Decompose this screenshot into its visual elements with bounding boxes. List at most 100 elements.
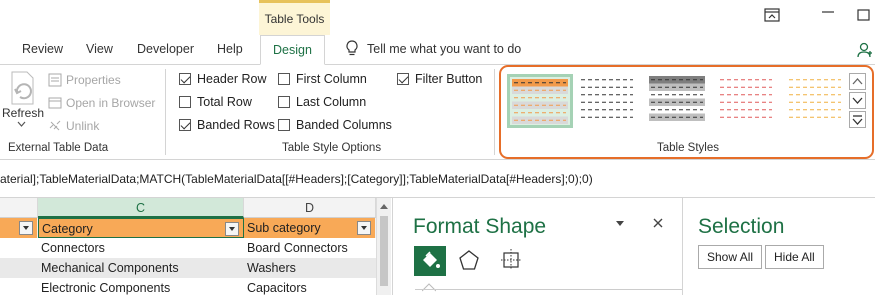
- header-row-checkbox[interactable]: Header Row: [179, 72, 266, 86]
- category-header-label: Category: [42, 222, 93, 236]
- column-header-b[interactable]: [0, 198, 38, 218]
- group-separator: [165, 69, 166, 155]
- group-separator: [494, 69, 495, 155]
- filter-button-label: Filter Button: [415, 72, 483, 86]
- first-column-checkbox[interactable]: First Column: [278, 72, 367, 86]
- subcategory-header-label: Sub category: [247, 221, 321, 235]
- table-style-options-group-label: Table Style Options: [282, 142, 382, 154]
- table-cell[interactable]: Capacitors: [244, 278, 376, 295]
- gallery-scroll-up-button[interactable]: [849, 73, 866, 90]
- tab-design[interactable]: Design: [260, 35, 325, 65]
- format-shape-pane: Format Shape: [392, 198, 683, 295]
- table-styles-group-label: Table Styles: [657, 142, 720, 154]
- tab-developer[interactable]: Developer: [137, 35, 194, 65]
- refresh-button[interactable]: Refresh: [2, 106, 44, 120]
- scroll-up-icon[interactable]: [380, 204, 388, 209]
- column-header-c[interactable]: C: [38, 198, 244, 218]
- ribbon-display-options-icon[interactable]: [764, 8, 780, 22]
- show-all-button[interactable]: Show All: [698, 245, 763, 269]
- table-cell[interactable]: Electronic Components: [38, 278, 244, 295]
- external-table-data-group-label: External Table Data: [8, 142, 109, 154]
- pane-options-dropdown-icon[interactable]: [615, 220, 625, 228]
- total-row-checkbox[interactable]: Total Row: [179, 95, 252, 109]
- first-column-label: First Column: [296, 72, 367, 86]
- column-header-d[interactable]: D: [244, 198, 376, 218]
- ribbon-tabs: Review View Developer Help Design Tell m…: [0, 35, 875, 65]
- paint-bucket-icon: [423, 251, 440, 268]
- table-style-plain-dashed[interactable]: [577, 74, 643, 128]
- effects-pentagon-icon[interactable]: [458, 249, 480, 271]
- hide-all-button[interactable]: Hide All: [765, 245, 824, 269]
- close-icon[interactable]: [653, 218, 663, 228]
- table-header-cell[interactable]: [0, 218, 38, 238]
- last-column-box: [278, 96, 290, 108]
- open-in-browser-button[interactable]: Open in Browser: [48, 96, 155, 110]
- table-header-subcategory[interactable]: Sub category: [244, 218, 376, 238]
- table-cell[interactable]: Washers: [244, 258, 376, 278]
- tell-me-text: Tell me what you want to do: [367, 42, 522, 56]
- worksheet-grid[interactable]: C D Category Sub category Connectors Boa…: [0, 198, 391, 295]
- table-style-preview-icon: [720, 79, 772, 118]
- expand-gallery-icon: [852, 115, 863, 125]
- table-header-category[interactable]: Category: [38, 218, 244, 238]
- pane-divider: [415, 289, 683, 290]
- table-style-gray[interactable]: [647, 74, 713, 128]
- banded-columns-box: [278, 119, 290, 131]
- filter-dropdown-button[interactable]: [225, 222, 239, 236]
- filter-button-checkmark: [397, 73, 409, 85]
- properties-button[interactable]: Properties: [48, 73, 121, 87]
- table-cell[interactable]: Connectors: [38, 238, 244, 258]
- fill-line-tab[interactable]: [414, 246, 446, 276]
- banded-rows-checkmark: [179, 119, 191, 131]
- format-shape-title: Format Shape: [413, 215, 547, 238]
- first-column-box: [278, 73, 290, 85]
- table-tools-context-tab: Table Tools: [259, 0, 330, 35]
- table-cell[interactable]: Board Connectors: [244, 238, 376, 258]
- banded-rows-checkbox[interactable]: Banded Rows: [179, 118, 275, 132]
- unlink-icon: [49, 120, 61, 131]
- size-properties-icon[interactable]: [500, 247, 522, 271]
- tab-review[interactable]: Review: [22, 35, 63, 65]
- refresh-icon[interactable]: [8, 70, 38, 106]
- table-cell[interactable]: Mechanical Components: [38, 258, 244, 278]
- banded-columns-label: Banded Columns: [296, 118, 392, 132]
- table-style-preview-icon: [789, 79, 841, 118]
- open-in-browser-icon: [48, 97, 62, 109]
- title-bar: Table Tools: [0, 0, 875, 35]
- formula-text[interactable]: aterial];TableMaterialData;MATCH(TableMa…: [0, 172, 593, 186]
- selection-pane: Selection Show All Hide All: [682, 198, 875, 295]
- selection-title: Selection: [698, 215, 785, 238]
- unlink-button[interactable]: Unlink: [48, 119, 99, 133]
- maximize-icon[interactable]: [856, 8, 872, 22]
- tab-view[interactable]: View: [86, 35, 113, 65]
- vertical-scrollbar[interactable]: [376, 198, 391, 295]
- table-style-preview-icon: [512, 79, 568, 124]
- table-style-gold[interactable]: [785, 74, 851, 128]
- table-style-red[interactable]: [716, 74, 782, 128]
- last-column-label: Last Column: [296, 95, 367, 109]
- gallery-more-button[interactable]: [849, 111, 866, 128]
- gallery-scroll-down-button[interactable]: [849, 92, 866, 109]
- filter-button-checkbox[interactable]: Filter Button: [397, 72, 482, 86]
- banded-columns-checkbox[interactable]: Banded Columns: [278, 118, 392, 132]
- share-person-icon[interactable]: [857, 42, 873, 58]
- last-column-checkbox[interactable]: Last Column: [278, 95, 366, 109]
- header-row-label: Header Row: [197, 72, 267, 86]
- tab-help[interactable]: Help: [217, 35, 243, 65]
- header-row-checkmark: [179, 73, 191, 85]
- dropdown-arrow-icon[interactable]: [17, 121, 26, 127]
- total-row-label: Total Row: [197, 95, 252, 109]
- formula-bar[interactable]: aterial];TableMaterialData;MATCH(TableMa…: [0, 160, 875, 198]
- unlink-label: Unlink: [66, 119, 100, 133]
- ribbon-design: Refresh Properties Open in Browser Unlin…: [0, 65, 875, 160]
- filter-dropdown-button[interactable]: [19, 221, 33, 235]
- minimize-icon[interactable]: [820, 5, 836, 19]
- banded-rows-label: Banded Rows: [197, 118, 275, 132]
- tab-pointer-icon: [422, 283, 436, 292]
- table-style-preview-icon: [649, 76, 705, 121]
- scroll-thumb[interactable]: [380, 216, 388, 286]
- filter-dropdown-button[interactable]: [357, 221, 371, 235]
- table-style-orange-selected[interactable]: [507, 74, 573, 128]
- lightbulb-icon: [346, 40, 358, 56]
- tell-me-search[interactable]: Tell me what you want to do: [345, 35, 521, 65]
